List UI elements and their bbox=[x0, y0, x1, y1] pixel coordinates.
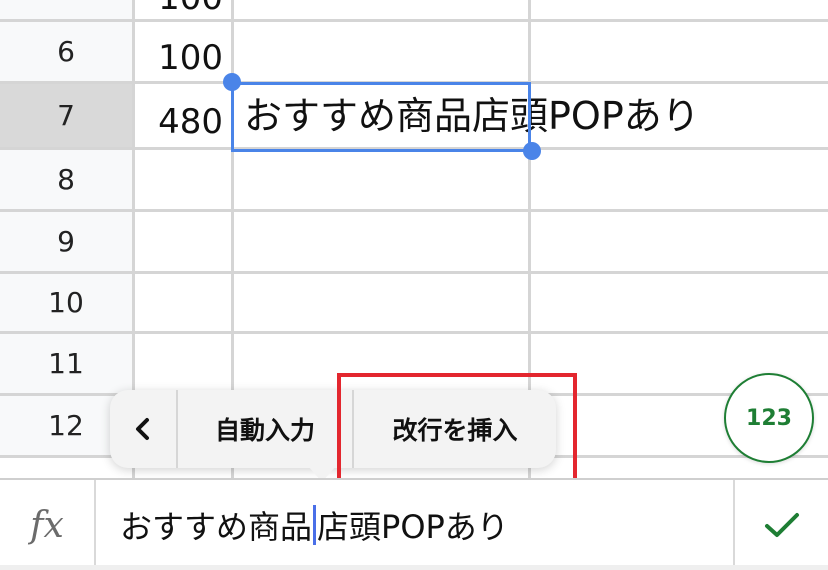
number-keyboard-label: 123 bbox=[746, 405, 792, 431]
gridline bbox=[132, 271, 828, 274]
row-number: 5 bbox=[57, 0, 75, 4]
confirm-button[interactable] bbox=[733, 480, 828, 570]
row-number: 6 bbox=[57, 35, 75, 68]
cell-b5[interactable]: 100 bbox=[135, 0, 223, 18]
fx-label: fx bbox=[30, 504, 64, 546]
insert-line-break-label: 改行を挿入 bbox=[392, 416, 518, 445]
row-number: 11 bbox=[48, 347, 84, 380]
gridline bbox=[132, 209, 828, 212]
row-number: 8 bbox=[57, 163, 75, 196]
formula-text-before-cursor: おすすめ商品 bbox=[120, 508, 313, 546]
selection-handle-start[interactable] bbox=[223, 73, 241, 91]
row-number: 9 bbox=[57, 225, 75, 258]
gridline bbox=[132, 331, 828, 334]
text-cursor bbox=[313, 505, 317, 545]
row-number: 10 bbox=[48, 286, 84, 319]
row-header-8[interactable]: 8 bbox=[0, 150, 132, 212]
spreadsheet-screen: 5 6 7 8 9 10 11 12 100 100 480 おすすめ商品店頭P… bbox=[0, 0, 828, 570]
row-header-10[interactable]: 10 bbox=[0, 274, 132, 334]
cell-c7[interactable]: おすすめ商品店頭POPあり bbox=[244, 92, 700, 140]
cell-b6[interactable]: 100 bbox=[135, 38, 223, 78]
number-keyboard-button[interactable]: 123 bbox=[724, 373, 814, 463]
formula-input[interactable]: おすすめ商品 店頭POPあり bbox=[120, 500, 509, 550]
row-header-9[interactable]: 9 bbox=[0, 212, 132, 274]
popup-back-button[interactable] bbox=[110, 390, 178, 468]
gridline bbox=[132, 19, 828, 22]
selection-handle-end[interactable] bbox=[523, 142, 541, 160]
checkmark-icon bbox=[764, 513, 799, 537]
keyboard-edge bbox=[0, 565, 828, 570]
row-header-7[interactable]: 7 bbox=[0, 84, 132, 150]
row-number: 7 bbox=[57, 99, 75, 132]
context-popup-menu: 自動入力 改行を挿入 bbox=[110, 390, 556, 468]
row-header-5[interactable]: 5 bbox=[0, 0, 132, 22]
formula-text-after-cursor: 店頭POPあり bbox=[317, 508, 509, 546]
autofill-label: 自動入力 bbox=[214, 416, 315, 445]
row-header-11[interactable]: 11 bbox=[0, 334, 132, 396]
insert-line-break-menu-item[interactable]: 改行を挿入 bbox=[354, 390, 556, 468]
fx-icon[interactable]: fx bbox=[0, 480, 96, 570]
chevron-left-icon bbox=[136, 418, 149, 440]
gridline bbox=[132, 147, 828, 150]
row-header-6[interactable]: 6 bbox=[0, 22, 132, 84]
autofill-menu-item[interactable]: 自動入力 bbox=[178, 390, 354, 468]
cell-b7[interactable]: 480 bbox=[135, 102, 223, 142]
row-number: 12 bbox=[48, 409, 84, 442]
formula-bar: fx おすすめ商品 店頭POPあり bbox=[0, 478, 828, 570]
